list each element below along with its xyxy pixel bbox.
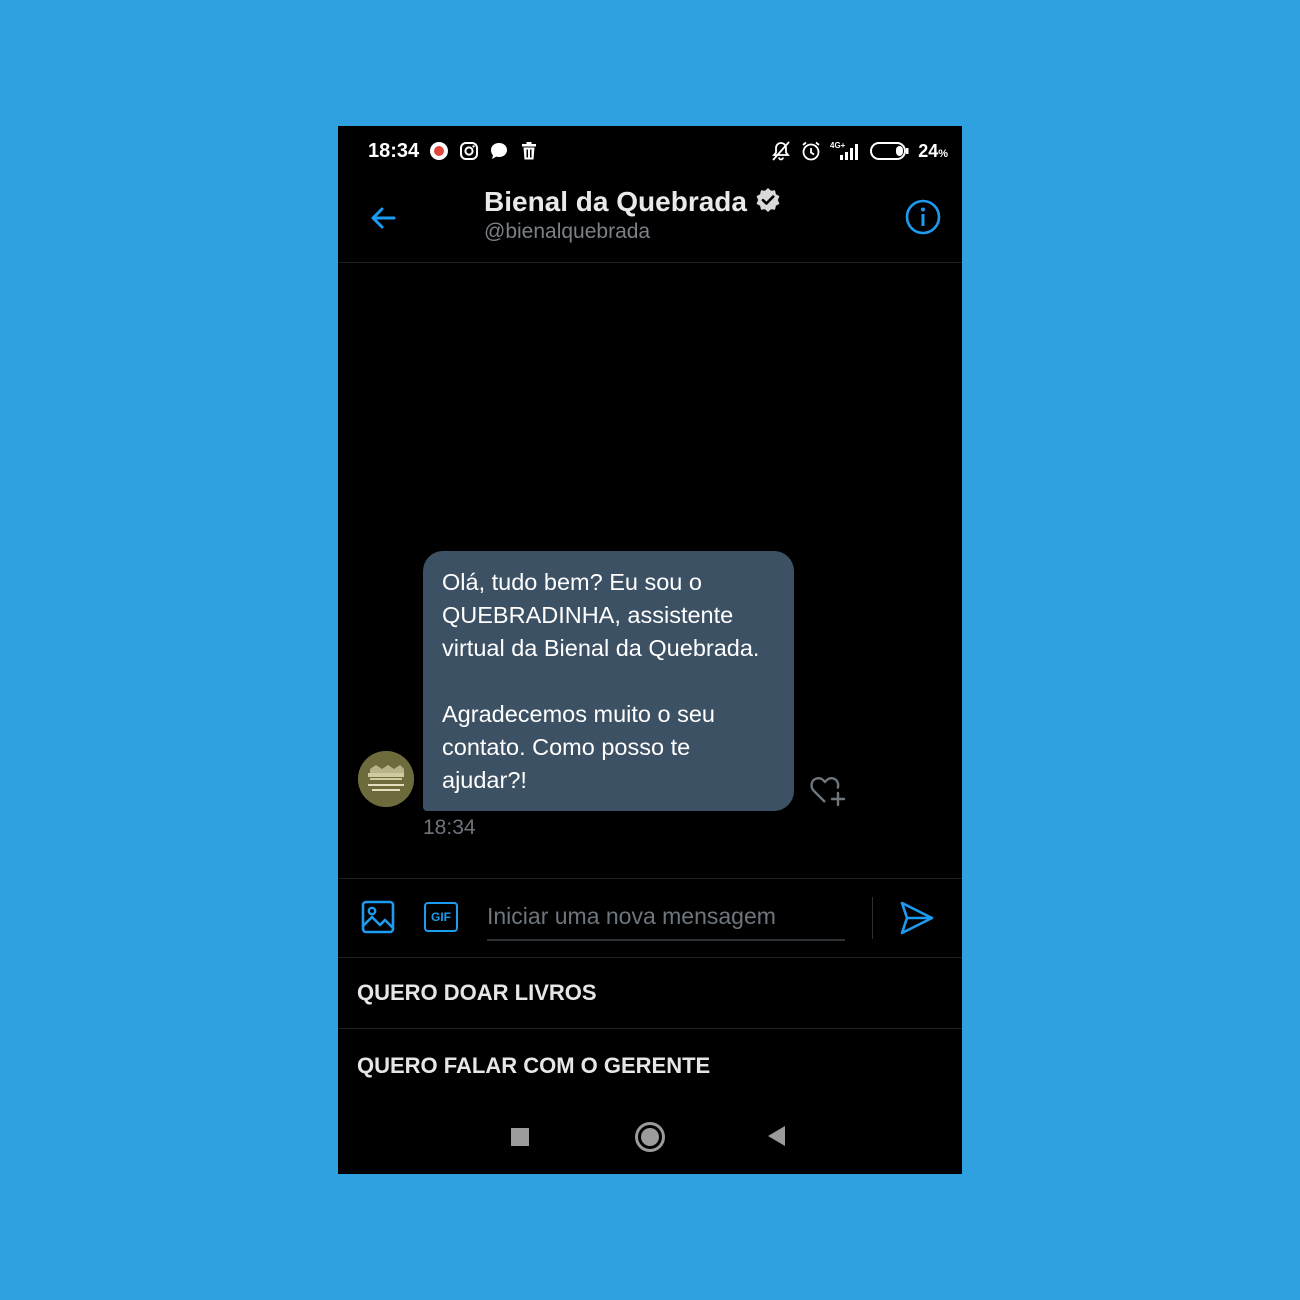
add-media-button[interactable] [360, 899, 396, 935]
system-back-button[interactable] [768, 1126, 785, 1146]
send-icon [900, 901, 934, 935]
signal-icon: 4G+ [830, 140, 862, 162]
quick-reply-option[interactable]: QUERO DOAR LIVROS [338, 957, 962, 1029]
profile-title-block[interactable]: Bienal da Quebrada @bienalquebrada [484, 186, 781, 244]
react-heart-button[interactable] [808, 772, 848, 808]
battery-unit: % [938, 147, 948, 160]
message-bubble[interactable]: Olá, tudo bem? Eu sou o QUEBRADINHA, ass… [423, 551, 794, 811]
battery-level: 24 [918, 140, 939, 161]
send-button[interactable] [898, 899, 936, 937]
info-icon [905, 199, 941, 235]
battery-icon [870, 140, 910, 162]
status-time: 18:34 [368, 140, 420, 162]
message-timestamp: 18:34 [423, 816, 476, 839]
gif-button[interactable]: GIF [424, 902, 458, 932]
avatar[interactable] [358, 751, 414, 807]
notification-app-icon [428, 140, 450, 162]
system-nav-bar [338, 1101, 962, 1174]
back-button[interactable] [364, 198, 404, 238]
muted-bell-icon [770, 140, 792, 162]
image-icon [361, 900, 395, 934]
home-button[interactable] [635, 1122, 665, 1152]
trash-icon [518, 140, 540, 162]
heart-add-icon [810, 777, 846, 807]
message-input[interactable] [487, 893, 845, 941]
back-arrow-icon [371, 207, 396, 229]
chat-bubble-icon [488, 140, 510, 162]
instagram-icon [458, 140, 480, 162]
profile-handle: @bienalquebrada [484, 220, 651, 243]
page-title: Bienal da Quebrada [484, 186, 747, 217]
status-bar: 18:34 4G+ 24% [338, 126, 962, 178]
conversation-header: Bienal da Quebrada @bienalquebrada [338, 178, 962, 263]
verified-badge-icon [755, 187, 781, 218]
alarm-icon [800, 140, 822, 162]
avatar-logo-icon [358, 751, 414, 807]
quick-reply-option[interactable]: QUERO FALAR COM O GERENTE [338, 1030, 962, 1102]
message-composer: GIF [338, 878, 962, 958]
svg-text:4G+: 4G+ [830, 141, 846, 150]
phone-screen: 18:34 4G+ 24% Bienal da Quebrada @bienal… [338, 126, 962, 1174]
recent-apps-button[interactable] [511, 1128, 529, 1146]
composer-divider [872, 897, 873, 939]
info-button[interactable] [904, 198, 942, 236]
home-circle-icon [641, 1128, 659, 1146]
